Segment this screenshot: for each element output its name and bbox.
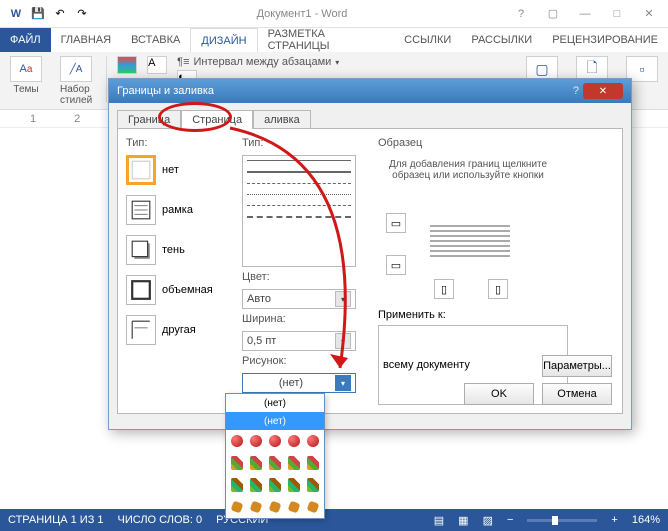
art-option-2[interactable] bbox=[226, 452, 324, 474]
tab-page-layout[interactable]: РАЗМЕТКА СТРАНИЦЫ bbox=[258, 28, 395, 52]
tab-file[interactable]: ФАЙЛ bbox=[0, 28, 51, 52]
preview-box: Для добавления границ щелкните образец и… bbox=[378, 159, 558, 299]
setting-box[interactable]: рамка bbox=[126, 195, 230, 225]
dialog-tab-page[interactable]: Страница bbox=[181, 110, 253, 129]
view-read-icon[interactable]: ▤ bbox=[434, 514, 444, 527]
dialog-titlebar[interactable]: Границы и заливка ? ✕ bbox=[109, 79, 631, 103]
dialog-body: Тип: нет рамка тень объемная другая Тип:… bbox=[117, 128, 623, 414]
edge-left-button[interactable]: ▯ bbox=[434, 279, 454, 299]
tab-insert[interactable]: ВСТАВКА bbox=[121, 28, 190, 52]
preview-page[interactable] bbox=[422, 205, 518, 277]
status-bar: СТРАНИЦА 1 ИЗ 1 ЧИСЛО СЛОВ: 0 РУССКИЙ ▤ … bbox=[0, 509, 668, 531]
dialog-tab-border[interactable]: Граница bbox=[117, 110, 181, 129]
width-combo[interactable]: 0,5 пт▾ bbox=[242, 331, 356, 351]
color-label: Цвет: bbox=[242, 271, 366, 283]
close-button[interactable]: ✕ bbox=[634, 4, 664, 24]
art-label: Рисунок: bbox=[242, 355, 366, 367]
art-option-3[interactable] bbox=[226, 474, 324, 496]
chevron-down-icon: ▾ bbox=[335, 333, 351, 349]
ribbon-tabs: ФАЙЛ ГЛАВНАЯ ВСТАВКА ДИЗАЙН РАЗМЕТКА СТР… bbox=[0, 28, 668, 52]
window-title: Документ1 - Word bbox=[98, 8, 506, 20]
line-type-label: Тип: bbox=[242, 137, 366, 149]
window-controls: ? ▢ — □ ✕ bbox=[506, 4, 668, 24]
dialog-title: Границы и заливка bbox=[117, 85, 573, 97]
preview-column: Образец Для добавления границ щелкните о… bbox=[378, 137, 568, 405]
setting-shadow[interactable]: тень bbox=[126, 235, 230, 265]
tab-references[interactable]: ССЫЛКИ bbox=[394, 28, 461, 52]
themes-button[interactable]: Aa Темы bbox=[6, 56, 46, 95]
tab-design[interactable]: ДИЗАЙН bbox=[190, 28, 257, 52]
ok-button[interactable]: OK bbox=[464, 383, 534, 405]
minimize-button[interactable]: — bbox=[570, 4, 600, 24]
edge-bottom-button[interactable]: ▭ bbox=[386, 255, 406, 275]
setting-3d[interactable]: объемная bbox=[126, 275, 230, 305]
borders-shading-dialog: Границы и заливка ? ✕ Граница Страница а… bbox=[108, 78, 632, 430]
setting-none[interactable]: нет bbox=[126, 155, 230, 185]
art-option-none[interactable]: (нет) bbox=[226, 412, 324, 430]
zoom-level[interactable]: 164% bbox=[632, 514, 660, 526]
status-word-count[interactable]: ЧИСЛО СЛОВ: 0 bbox=[118, 514, 203, 526]
line-style-list[interactable] bbox=[242, 155, 356, 267]
ribbon-options-icon[interactable]: ▢ bbox=[538, 4, 568, 24]
paragraph-spacing-button[interactable]: ¶≡Интервал между абзацами▾ bbox=[177, 56, 339, 68]
setting-label: Тип: bbox=[126, 137, 230, 149]
art-combo[interactable]: (нет)▾ bbox=[242, 373, 356, 393]
status-page[interactable]: СТРАНИЦА 1 ИЗ 1 bbox=[8, 514, 104, 526]
cancel-button[interactable]: Отмена bbox=[542, 383, 612, 405]
tab-mailings[interactable]: РАССЫЛКИ bbox=[461, 28, 542, 52]
parameters-button[interactable]: Параметры... bbox=[542, 355, 612, 377]
width-label: Ширина: bbox=[242, 313, 366, 325]
zoom-slider[interactable] bbox=[527, 519, 597, 522]
art-dropdown-list: (нет) (нет) bbox=[225, 393, 325, 519]
help-icon[interactable]: ? bbox=[506, 4, 536, 24]
tab-home[interactable]: ГЛАВНАЯ bbox=[51, 28, 121, 52]
edge-right-button[interactable]: ▯ bbox=[488, 279, 508, 299]
dropdown-display: (нет) bbox=[226, 394, 324, 412]
style-set-button[interactable]: ╱A Набор стилей bbox=[56, 56, 96, 106]
dialog-close-button[interactable]: ✕ bbox=[583, 83, 623, 99]
view-print-icon[interactable]: ▦ bbox=[458, 514, 468, 527]
edge-top-button[interactable]: ▭ bbox=[386, 213, 406, 233]
word-icon: W bbox=[8, 6, 24, 22]
chevron-down-icon: ▾ bbox=[335, 291, 351, 307]
colors-button[interactable] bbox=[117, 56, 137, 74]
dialog-tab-fill[interactable]: аливка bbox=[253, 110, 311, 129]
undo-icon[interactable]: ↶ bbox=[52, 6, 68, 22]
zoom-in-button[interactable]: + bbox=[611, 514, 617, 526]
preview-label: Образец bbox=[378, 137, 568, 149]
dialog-tabs: Граница Страница аливка bbox=[109, 103, 631, 128]
quick-access-toolbar: W 💾 ↶ ↷ bbox=[0, 6, 98, 22]
style-column: Тип: Цвет: Авто▾ Ширина: 0,5 пт▾ Рисунок… bbox=[242, 137, 366, 405]
title-bar: W 💾 ↶ ↷ Документ1 - Word ? ▢ — □ ✕ bbox=[0, 0, 668, 28]
save-icon[interactable]: 💾 bbox=[30, 6, 46, 22]
art-option-4[interactable] bbox=[226, 496, 324, 518]
redo-icon[interactable]: ↷ bbox=[74, 6, 90, 22]
apply-to-label: Применить к: bbox=[378, 309, 446, 321]
view-web-icon[interactable]: ▨ bbox=[483, 514, 493, 527]
preview-hint: Для добавления границ щелкните образец и… bbox=[378, 159, 558, 181]
zoom-out-button[interactable]: − bbox=[507, 514, 513, 526]
setting-column: Тип: нет рамка тень объемная другая bbox=[126, 137, 230, 405]
art-option-1[interactable] bbox=[226, 430, 324, 452]
color-combo[interactable]: Авто▾ bbox=[242, 289, 356, 309]
tab-review[interactable]: РЕЦЕНЗИРОВАНИЕ bbox=[542, 28, 668, 52]
fonts-button[interactable]: A bbox=[147, 56, 167, 74]
setting-custom[interactable]: другая bbox=[126, 315, 230, 345]
dialog-help-icon[interactable]: ? bbox=[573, 85, 579, 97]
maximize-button[interactable]: □ bbox=[602, 4, 632, 24]
chevron-down-icon: ▾ bbox=[335, 375, 351, 391]
